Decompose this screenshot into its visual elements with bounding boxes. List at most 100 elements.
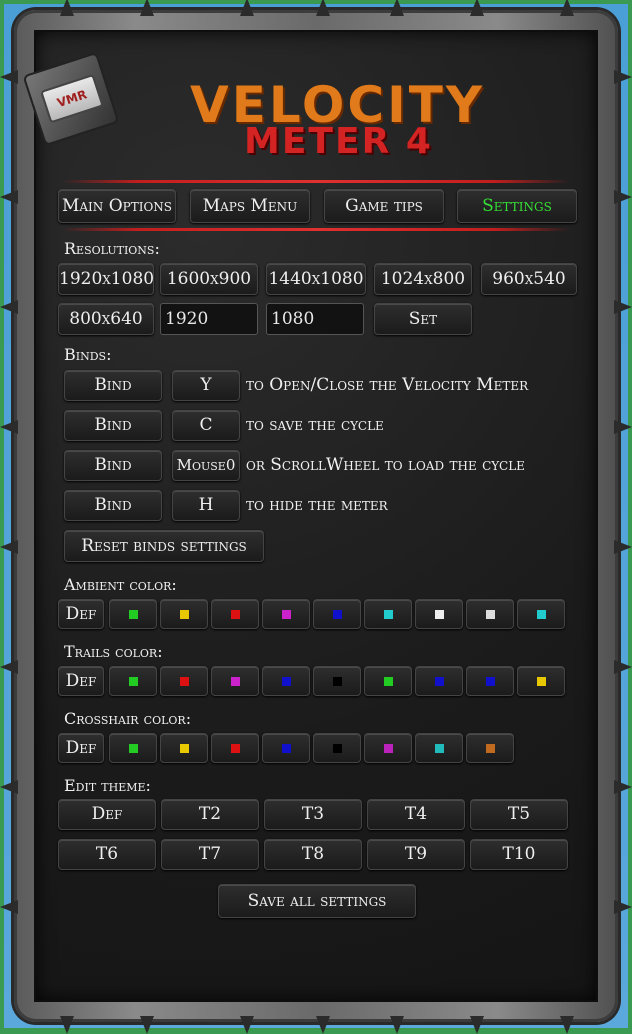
spike-icon [470, 1016, 484, 1034]
res-1440x1080-button[interactable]: 1440x1080 [266, 263, 366, 295]
bind-key-meter[interactable]: Y [172, 370, 240, 401]
color-swatch [180, 677, 189, 686]
crosshair-color-heading: Crosshair color: [64, 709, 192, 728]
spike-icon [240, 1016, 254, 1034]
theme-t4-button[interactable]: T4 [367, 799, 465, 830]
color-swatch [231, 610, 240, 619]
save-all-settings-button[interactable]: Save all settings [218, 884, 416, 918]
spike-icon [316, 0, 330, 16]
ambient-color-button[interactable] [415, 599, 463, 629]
crosshair-color-button[interactable] [364, 733, 412, 763]
spike-icon [0, 300, 18, 314]
res-800x640-button[interactable]: 800x640 [58, 303, 154, 335]
color-swatch [435, 610, 444, 619]
color-swatch [486, 744, 495, 753]
divider-top [62, 180, 570, 183]
bind-button-meter[interactable]: Bind [64, 370, 162, 401]
spike-icon [614, 70, 632, 84]
spike-icon [614, 780, 632, 794]
ambient-color-button[interactable] [160, 599, 208, 629]
spike-icon [60, 0, 74, 16]
trails-color-button[interactable] [466, 666, 514, 696]
trails-color-button[interactable] [160, 666, 208, 696]
ambient-color-button[interactable] [262, 599, 310, 629]
tab-main-options[interactable]: Main Options [58, 189, 176, 223]
ambient-color-button[interactable] [109, 599, 157, 629]
color-swatch [180, 610, 189, 619]
crosshair-color-button[interactable] [109, 733, 157, 763]
tab-settings[interactable]: Settings [457, 189, 577, 223]
res-960x540-button[interactable]: 960x540 [481, 263, 577, 295]
color-swatch [537, 610, 546, 619]
resolution-width-input[interactable] [160, 303, 258, 335]
spike-icon [390, 1016, 404, 1034]
bind-button-hide[interactable]: Bind [64, 490, 162, 521]
color-swatch [486, 677, 495, 686]
spike-icon [60, 1016, 74, 1034]
tab-maps-menu[interactable]: Maps Menu [190, 189, 310, 223]
color-swatch [129, 677, 138, 686]
reset-binds-button[interactable]: Reset binds settings [64, 530, 264, 562]
color-swatch [282, 744, 291, 753]
crosshair-color-button[interactable] [415, 733, 463, 763]
spike-icon [0, 70, 18, 84]
spike-icon [560, 0, 574, 16]
crosshair-color-button[interactable] [160, 733, 208, 763]
res-1920x1080-button[interactable]: 1920x1080 [58, 263, 154, 295]
crosshair-color-button[interactable] [211, 733, 259, 763]
bind-key-save[interactable]: C [172, 410, 240, 441]
bind-button-load[interactable]: Bind [64, 450, 162, 481]
bind-key-load[interactable]: Mouse0 [172, 450, 240, 481]
color-swatch [333, 677, 342, 686]
ambient-def-button[interactable]: Def [58, 599, 104, 629]
binds-heading: Binds: [64, 345, 112, 364]
ambient-color-button[interactable] [313, 599, 361, 629]
trails-color-button[interactable] [109, 666, 157, 696]
trails-color-button[interactable] [313, 666, 361, 696]
bind-key-hide[interactable]: H [172, 490, 240, 521]
trails-color-button[interactable] [415, 666, 463, 696]
spike-icon [316, 1016, 330, 1034]
trails-color-button[interactable] [517, 666, 565, 696]
color-swatch [129, 610, 138, 619]
res-1600x900-button[interactable]: 1600x900 [160, 263, 258, 295]
spike-icon [560, 1016, 574, 1034]
theme-t6-button[interactable]: T6 [58, 839, 156, 870]
theme-def-button[interactable]: Def [58, 799, 156, 830]
spike-icon [390, 0, 404, 16]
bind-desc-save: to save the cycle [246, 415, 384, 435]
color-swatch [129, 744, 138, 753]
theme-t8-button[interactable]: T8 [264, 839, 362, 870]
trails-def-button[interactable]: Def [58, 666, 104, 696]
crosshair-color-button[interactable] [262, 733, 310, 763]
theme-t2-button[interactable]: T2 [161, 799, 259, 830]
ambient-color-button[interactable] [517, 599, 565, 629]
tab-game-tips[interactable]: Game tips [324, 189, 444, 223]
res-1024x800-button[interactable]: 1024x800 [374, 263, 472, 295]
spike-icon [0, 420, 18, 434]
ambient-color-button[interactable] [211, 599, 259, 629]
theme-t9-button[interactable]: T9 [367, 839, 465, 870]
ambient-color-button[interactable] [466, 599, 514, 629]
theme-t10-button[interactable]: T10 [470, 839, 568, 870]
theme-t3-button[interactable]: T3 [264, 799, 362, 830]
trails-color-button[interactable] [364, 666, 412, 696]
spike-icon [614, 900, 632, 914]
spike-icon [470, 0, 484, 16]
bind-desc-load: or ScrollWheel to load the cycle [246, 455, 525, 475]
trails-color-button[interactable] [211, 666, 259, 696]
trails-color-button[interactable] [262, 666, 310, 696]
resolution-height-input[interactable] [266, 303, 364, 335]
crosshair-def-button[interactable]: Def [58, 733, 104, 763]
theme-t7-button[interactable]: T7 [161, 839, 259, 870]
spike-icon [614, 300, 632, 314]
theme-t5-button[interactable]: T5 [470, 799, 568, 830]
crosshair-color-button[interactable] [466, 733, 514, 763]
set-resolution-button[interactable]: Set [374, 303, 472, 335]
spike-icon [0, 190, 18, 204]
color-swatch [180, 744, 189, 753]
bind-button-save[interactable]: Bind [64, 410, 162, 441]
color-swatch [231, 677, 240, 686]
ambient-color-button[interactable] [364, 599, 412, 629]
crosshair-color-button[interactable] [313, 733, 361, 763]
